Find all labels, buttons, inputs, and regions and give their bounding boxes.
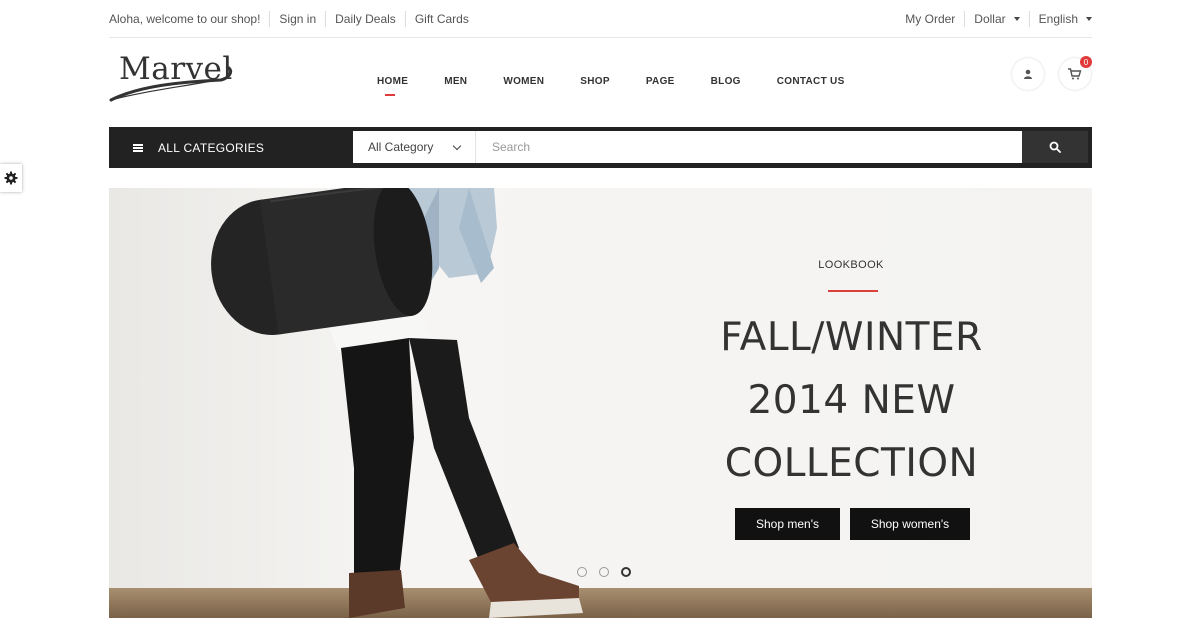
slider-dot-active[interactable] (621, 567, 631, 577)
caret-down-icon (1086, 17, 1092, 22)
slider-dot[interactable] (577, 567, 587, 577)
search-icon (1049, 141, 1061, 153)
welcome-text: Aloha, welcome to our shop! (109, 11, 261, 26)
chevron-down-icon (452, 141, 462, 151)
headline-line-3: COLLECTION (724, 441, 979, 486)
shop-women-button[interactable]: Shop women's (850, 508, 970, 540)
caret-down-icon (1013, 17, 1020, 22)
nav-men[interactable]: MEN (444, 76, 467, 87)
gear-icon (4, 171, 18, 185)
top-bar-right: My Order Dollar English (905, 0, 1092, 37)
cart-count-badge: 0 (1080, 56, 1092, 68)
nav-blog[interactable]: BLOG (711, 76, 741, 87)
language-dropdown[interactable]: English (1039, 12, 1092, 26)
logo-swoosh-icon (109, 66, 233, 102)
slider-dot[interactable] (599, 567, 609, 577)
divider (325, 10, 327, 27)
search-input[interactable] (476, 131, 1021, 163)
accent-divider (828, 290, 878, 292)
currency-label: Dollar (974, 11, 1006, 26)
shopping-cart-icon (1068, 68, 1082, 80)
nav-contact-us[interactable]: CONTACT US (777, 76, 845, 87)
top-bar-left: Aloha, welcome to our shop! Sign in Dail… (109, 0, 469, 37)
search-button[interactable] (1022, 131, 1088, 163)
category-select[interactable]: All Category (353, 131, 476, 163)
all-categories-button[interactable]: ALL CATEGORIES (109, 127, 352, 168)
category-select-value: All Category (368, 140, 434, 154)
currency-dropdown[interactable]: Dollar (974, 11, 1020, 26)
lookbook-eyebrow: LOOKBOOK (818, 259, 884, 271)
nav-page[interactable]: PAGE (646, 76, 675, 87)
top-bar: Aloha, welcome to our shop! Sign in Dail… (109, 0, 1092, 38)
slider-pagination (577, 567, 643, 577)
headline-line-2: 2014 NEW (747, 378, 956, 423)
all-categories-label: ALL CATEGORIES (158, 140, 265, 155)
shop-men-button[interactable]: Shop men's (735, 508, 840, 540)
user-icon (1024, 69, 1032, 79)
hero-slider: LOOKBOOK FALL/WINTER 2014 NEW COLLECTION… (109, 188, 1092, 618)
main-nav: HOME MEN WOMEN SHOP PAGE BLOG CONTACT US (377, 76, 881, 96)
divider (269, 10, 271, 27)
nav-home[interactable]: HOME (377, 76, 408, 96)
gift-cards-link[interactable]: Gift Cards (415, 12, 469, 26)
sign-in-link[interactable]: Sign in (279, 12, 316, 26)
headline-line-1: FALL/WINTER (720, 315, 983, 360)
search-box: All Category (353, 131, 1023, 163)
logo[interactable]: Marvel (109, 50, 239, 106)
divider (1028, 10, 1030, 27)
divider (964, 10, 966, 27)
hero-headline: FALL/WINTER 2014 NEW COLLECTION (699, 306, 1004, 495)
daily-deals-link[interactable]: Daily Deals (335, 12, 396, 26)
model-image (211, 188, 583, 618)
settings-tab[interactable] (0, 164, 22, 192)
divider (404, 10, 406, 27)
hamburger-icon (133, 143, 143, 152)
account-button[interactable] (1012, 58, 1044, 90)
category-search-bar: ALL CATEGORIES All Category (109, 127, 1092, 168)
my-order-link[interactable]: My Order (905, 12, 955, 26)
language-label: English (1038, 11, 1078, 26)
nav-women[interactable]: WOMEN (503, 76, 544, 87)
nav-shop[interactable]: SHOP (580, 76, 610, 87)
